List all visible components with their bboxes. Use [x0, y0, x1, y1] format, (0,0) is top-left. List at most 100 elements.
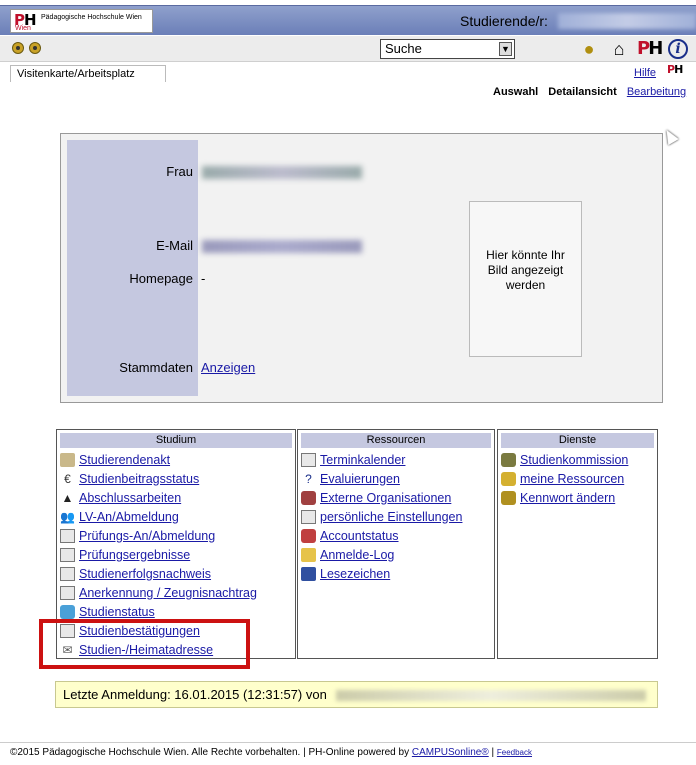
- last-login-text: Letzte Anmeldung: 16.01.2015 (12:31:57) …: [63, 687, 327, 702]
- ph-home-icon[interactable]: PH: [637, 38, 663, 60]
- studium-item[interactable]: Prüfungs-An/Abmeldung: [57, 526, 295, 545]
- footer-copyright: ©2015 Pädagogische Hochschule Wien. Alle…: [10, 747, 412, 758]
- studium-item-link[interactable]: LV-An/Abmeldung: [79, 510, 179, 524]
- ressourcen-item[interactable]: Anmelde-Log: [298, 545, 494, 564]
- footer-sep: |: [488, 747, 497, 758]
- dienste-title: Dienste: [501, 433, 654, 448]
- dienste-item-link[interactable]: Kennwort ändern: [520, 491, 615, 505]
- view-edit-link[interactable]: Bearbeitung: [627, 86, 686, 98]
- ressourcen-item[interactable]: ? Evaluierungen: [298, 469, 494, 488]
- ressourcen-item-link[interactable]: Evaluierungen: [320, 472, 400, 486]
- studium-item[interactable]: 👥 LV-An/Abmeldung: [57, 507, 295, 526]
- ressourcen-item[interactable]: Lesezeichen: [298, 564, 494, 583]
- certificate-icon: [60, 585, 75, 600]
- people-icon: 👥: [60, 509, 75, 524]
- photo-placeholder-text: Hier könnte Ihr Bild angezeigt werden: [486, 248, 565, 292]
- nav-back-icon[interactable]: [12, 42, 24, 54]
- calendar-icon: [301, 452, 316, 467]
- key-icon: [501, 471, 516, 486]
- log-icon: [301, 547, 316, 562]
- ressourcen-item[interactable]: Terminkalender: [298, 450, 494, 469]
- studium-item-link[interactable]: Anerkennung / Zeugnisnachtrag: [79, 586, 257, 600]
- email-value-blurred[interactable]: [202, 240, 362, 253]
- mouse-cursor-icon: [661, 126, 679, 146]
- dienste-item[interactable]: Kennwort ändern: [498, 488, 657, 507]
- email-label: E-Mail: [156, 238, 193, 253]
- key-toolbar-icon[interactable]: ●: [578, 38, 600, 60]
- handshake-icon: [301, 490, 316, 505]
- nav-forward-icon[interactable]: [29, 42, 41, 54]
- view-detail[interactable]: Detailansicht: [548, 86, 616, 98]
- studium-item-link[interactable]: Prüfungsergebnisse: [79, 548, 190, 562]
- last-login-bar: Letzte Anmeldung: 16.01.2015 (12:31:57) …: [55, 681, 658, 708]
- dienste-item-link[interactable]: meine Ressourcen: [520, 472, 624, 486]
- ressourcen-item-link[interactable]: Terminkalender: [320, 453, 405, 467]
- logo-name: Pädagogische Hochschule Wien: [41, 14, 142, 21]
- document-icon: [60, 566, 75, 581]
- ph-online-logo: PH: [667, 63, 683, 76]
- studium-item-link[interactable]: Studierendenakt: [79, 453, 170, 467]
- settings-icon: [301, 509, 316, 524]
- homepage-label: Homepage: [129, 271, 193, 286]
- homepage-value: -: [201, 271, 206, 286]
- studium-item-link[interactable]: Prüfungs-An/Abmeldung: [79, 529, 215, 543]
- view-nav: Auswahl Detailansicht Bearbeitung: [493, 86, 686, 98]
- graduation-cap-icon: ▲: [61, 490, 74, 505]
- studium-item[interactable]: Studienerfolgsnachweis: [57, 564, 295, 583]
- salutation-label: Frau: [166, 164, 193, 179]
- feedback-link[interactable]: Feedback: [497, 748, 532, 757]
- studium-item[interactable]: € Studienbeitragsstatus: [57, 469, 295, 488]
- status-icon: [60, 604, 75, 619]
- last-login-ip-blurred: [336, 690, 646, 701]
- help-link[interactable]: Hilfe: [634, 67, 656, 79]
- photo-placeholder: Hier könnte Ihr Bild angezeigt werden: [469, 201, 582, 357]
- campusonline-link[interactable]: CAMPUSonline®: [412, 747, 489, 758]
- home-icon[interactable]: ⌂: [608, 38, 630, 60]
- dienste-item[interactable]: meine Ressourcen: [498, 469, 657, 488]
- dienste-item[interactable]: Studienkommission: [498, 450, 657, 469]
- account-icon: [301, 528, 316, 543]
- ressourcen-item-link[interactable]: Lesezeichen: [320, 567, 390, 581]
- ressourcen-item-link[interactable]: persönliche Einstellungen: [320, 510, 462, 524]
- dienste-box: Dienste Studienkommission meine Ressource…: [497, 429, 658, 659]
- results-icon: [60, 547, 75, 562]
- studium-title: Studium: [60, 433, 292, 448]
- person-name-blurred: [202, 166, 362, 179]
- chevron-down-icon[interactable]: ▼: [499, 42, 512, 56]
- ressourcen-box: Ressourcen Terminkalender? Evaluierungen E…: [297, 429, 495, 659]
- commission-icon: [501, 452, 516, 467]
- stammdaten-link[interactable]: Anzeigen: [201, 360, 255, 375]
- question-icon: ?: [305, 471, 312, 486]
- user-name-blurred: [558, 13, 696, 29]
- bookmark-icon: [301, 566, 316, 581]
- ressourcen-item-link[interactable]: Externe Organisationen: [320, 491, 451, 505]
- view-auswahl[interactable]: Auswahl: [493, 86, 538, 98]
- studium-item[interactable]: Anerkennung / Zeugnisnachtrag: [57, 583, 295, 602]
- search-select-value: Suche: [385, 41, 422, 56]
- stammdaten-label: Stammdaten: [119, 360, 193, 375]
- ressourcen-item[interactable]: Accountstatus: [298, 526, 494, 545]
- tab-visitenkarte[interactable]: Visitenkarte/Arbeitsplatz: [10, 65, 166, 82]
- ressourcen-item[interactable]: persönliche Einstellungen: [298, 507, 494, 526]
- studium-item[interactable]: ▲ Abschlussarbeiten: [57, 488, 295, 507]
- tab-row: Visitenkarte/Arbeitsplatz: [0, 62, 696, 82]
- studium-item[interactable]: Studierendenakt: [57, 450, 295, 469]
- dienste-item-link[interactable]: Studienkommission: [520, 453, 628, 467]
- info-icon[interactable]: i: [668, 39, 688, 59]
- studium-item-link[interactable]: Abschlussarbeiten: [79, 491, 181, 505]
- studium-item[interactable]: Prüfungsergebnisse: [57, 545, 295, 564]
- ressourcen-item-link[interactable]: Accountstatus: [320, 529, 399, 543]
- euro-icon: €: [64, 471, 71, 486]
- studium-item-link[interactable]: Studienerfolgsnachweis: [79, 567, 211, 581]
- logo-sub: Wien: [15, 25, 31, 32]
- ph-logo[interactable]: PH Wien Pädagogische Hochschule Wien: [10, 9, 153, 33]
- studium-item-link[interactable]: Studienstatus: [79, 605, 155, 619]
- studium-item-link[interactable]: Studienbeitragsstatus: [79, 472, 199, 486]
- user-label: Studierende/r:: [460, 13, 548, 29]
- search-select[interactable]: Suche ▼: [380, 39, 515, 59]
- folder-icon: [60, 452, 75, 467]
- ressourcen-item[interactable]: Externe Organisationen: [298, 488, 494, 507]
- ressourcen-item-link[interactable]: Anmelde-Log: [320, 548, 394, 562]
- highlight-annotation: [39, 619, 250, 669]
- password-icon: [501, 490, 516, 505]
